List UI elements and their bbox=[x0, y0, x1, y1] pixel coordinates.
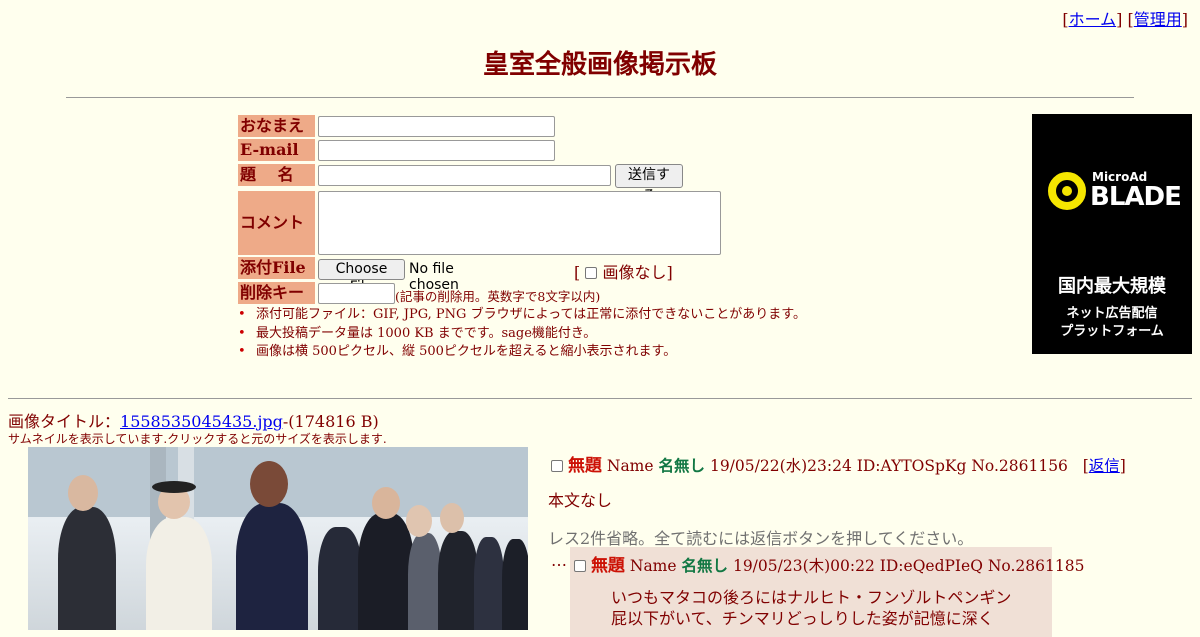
reply-post: 無題 Name 名無し 19/05/23(木)00:22 ID:eQedPIeQ… bbox=[570, 547, 1084, 637]
reply-delete-checkbox[interactable] bbox=[574, 560, 586, 572]
no-image-label: 画像なし bbox=[602, 263, 667, 282]
photo-person bbox=[146, 517, 212, 630]
reply-subject: 無題 bbox=[590, 556, 625, 576]
photo-head bbox=[372, 487, 400, 519]
photo-head bbox=[440, 503, 464, 533]
reply-header: 無題 Name 名無し 19/05/23(木)00:22 ID:eQedPIeQ… bbox=[574, 551, 1084, 576]
subject-input[interactable] bbox=[318, 165, 611, 186]
reply-marker: … bbox=[551, 551, 567, 570]
photo-person bbox=[408, 533, 442, 630]
submit-button[interactable]: 送信する bbox=[615, 164, 683, 204]
board-title: 皇室全般画像掲示板 bbox=[482, 50, 717, 80]
ad-subline-1: ネット広告配信 bbox=[1066, 306, 1158, 321]
form-notes: 添付可能ファイル：GIF, JPG, PNG ブラウザによっては正常に添付できな… bbox=[238, 306, 806, 362]
reply-body-line: 屁以下がいて、チンマリどっしりした姿が記憶に深く bbox=[611, 609, 994, 628]
note-item: 添付可能ファイル：GIF, JPG, PNG ブラウザによっては正常に添付できな… bbox=[238, 306, 806, 325]
photo-head bbox=[68, 475, 98, 511]
op-body: 本文なし bbox=[548, 491, 613, 510]
photo-person bbox=[502, 539, 528, 630]
thumbnail-note: サムネイルを表示しています.クリックすると元のサイズを表示します. bbox=[8, 432, 387, 446]
delkey-note: (記事の削除用。英数字で8文字以内) bbox=[395, 289, 601, 304]
image-info: 画像タイトル：1558535045435.jpg-(174816 B) bbox=[8, 408, 379, 432]
top-links: [ホーム] [管理用] bbox=[1062, 6, 1188, 30]
op-subject: 無題 bbox=[567, 456, 602, 476]
delkey-label: 削除キー bbox=[238, 282, 315, 304]
photo-person bbox=[474, 537, 504, 630]
op-name: 名無し bbox=[658, 456, 706, 475]
photo-person bbox=[58, 507, 116, 630]
blade-logo-icon bbox=[1048, 172, 1086, 210]
reply-link[interactable]: 返信 bbox=[1089, 457, 1120, 475]
ad-headline: 国内最大規模 bbox=[1058, 276, 1166, 297]
reply-name: 名無し bbox=[681, 556, 729, 575]
photo-person bbox=[236, 503, 308, 630]
photo-head bbox=[250, 461, 288, 507]
no-image-option: [ 画像なし] bbox=[574, 259, 673, 283]
photo-person bbox=[358, 513, 414, 630]
email-input[interactable] bbox=[318, 140, 555, 161]
op-name-label: Name bbox=[606, 457, 654, 475]
no-image-checkbox[interactable] bbox=[585, 267, 598, 279]
divider bbox=[66, 97, 1134, 98]
photo-person bbox=[438, 531, 478, 630]
ad-subline-2: プラットフォーム bbox=[1060, 324, 1164, 339]
thread-image[interactable] bbox=[28, 447, 528, 630]
bracket: ] bbox=[1116, 10, 1123, 29]
reply-name-label: Name bbox=[629, 557, 677, 575]
name-label: おなまえ bbox=[238, 115, 315, 137]
reply-date-id: 19/05/23(木)00:22 ID:eQedPIeQ No.2861185 bbox=[732, 557, 1085, 575]
bracket: ] bbox=[666, 263, 673, 282]
file-label: 添付File bbox=[238, 257, 315, 279]
comment-textarea[interactable] bbox=[318, 191, 721, 255]
bracket: ] bbox=[1119, 457, 1126, 475]
note-item: 最大投稿データ量は 1000 KB までです。sage機能付き。 bbox=[238, 325, 806, 344]
ad-brand-big: BLADE bbox=[1090, 182, 1182, 212]
ad-banner[interactable]: MicroAd BLADE 国内最大規模 ネット広告配信 プラットフォーム bbox=[1032, 114, 1192, 354]
choose-file-button[interactable]: Choose File bbox=[318, 259, 405, 295]
delkey-input[interactable] bbox=[318, 283, 395, 304]
reply-body: いつもマタコの後ろにはナルヒト・フンゾルトペンギン 屁以下がいて、チンマリどっし… bbox=[611, 587, 1011, 629]
admin-link[interactable]: 管理用 bbox=[1134, 10, 1182, 29]
image-size: -(174816 B) bbox=[282, 412, 379, 431]
subject-label: 題 名 bbox=[238, 164, 315, 186]
home-link[interactable]: ホーム bbox=[1069, 10, 1117, 29]
op-delete-checkbox[interactable] bbox=[551, 460, 563, 472]
email-label: E-mail bbox=[238, 139, 315, 161]
photo-hat bbox=[152, 481, 196, 493]
bracket: [ bbox=[574, 263, 581, 282]
reply-body-line: いつもマタコの後ろにはナルヒト・フンゾルトペンギン bbox=[611, 588, 1012, 607]
comment-label: コメント bbox=[238, 191, 315, 255]
note-item: 画像は横 500ピクセル、縦 500ピクセルを超えると縮小表示されます。 bbox=[238, 343, 806, 362]
divider bbox=[8, 398, 1192, 399]
op-post-header: 無題 Name 名無し 19/05/22(水)23:24 ID:AYTOSpKg… bbox=[551, 451, 1126, 476]
op-date-id: 19/05/22(水)23:24 ID:AYTOSpKg No.2861156 bbox=[709, 457, 1068, 475]
photo-person bbox=[318, 527, 362, 630]
photo-head bbox=[406, 505, 432, 537]
omitted-notice: レス2件省略。全て読むには返信ボタンを押してください。 bbox=[548, 529, 974, 548]
image-file-link[interactable]: 1558535045435.jpg bbox=[120, 412, 283, 431]
image-title-label: 画像タイトル： bbox=[8, 412, 121, 431]
bracket: ] bbox=[1181, 10, 1188, 29]
name-input[interactable] bbox=[318, 116, 555, 137]
